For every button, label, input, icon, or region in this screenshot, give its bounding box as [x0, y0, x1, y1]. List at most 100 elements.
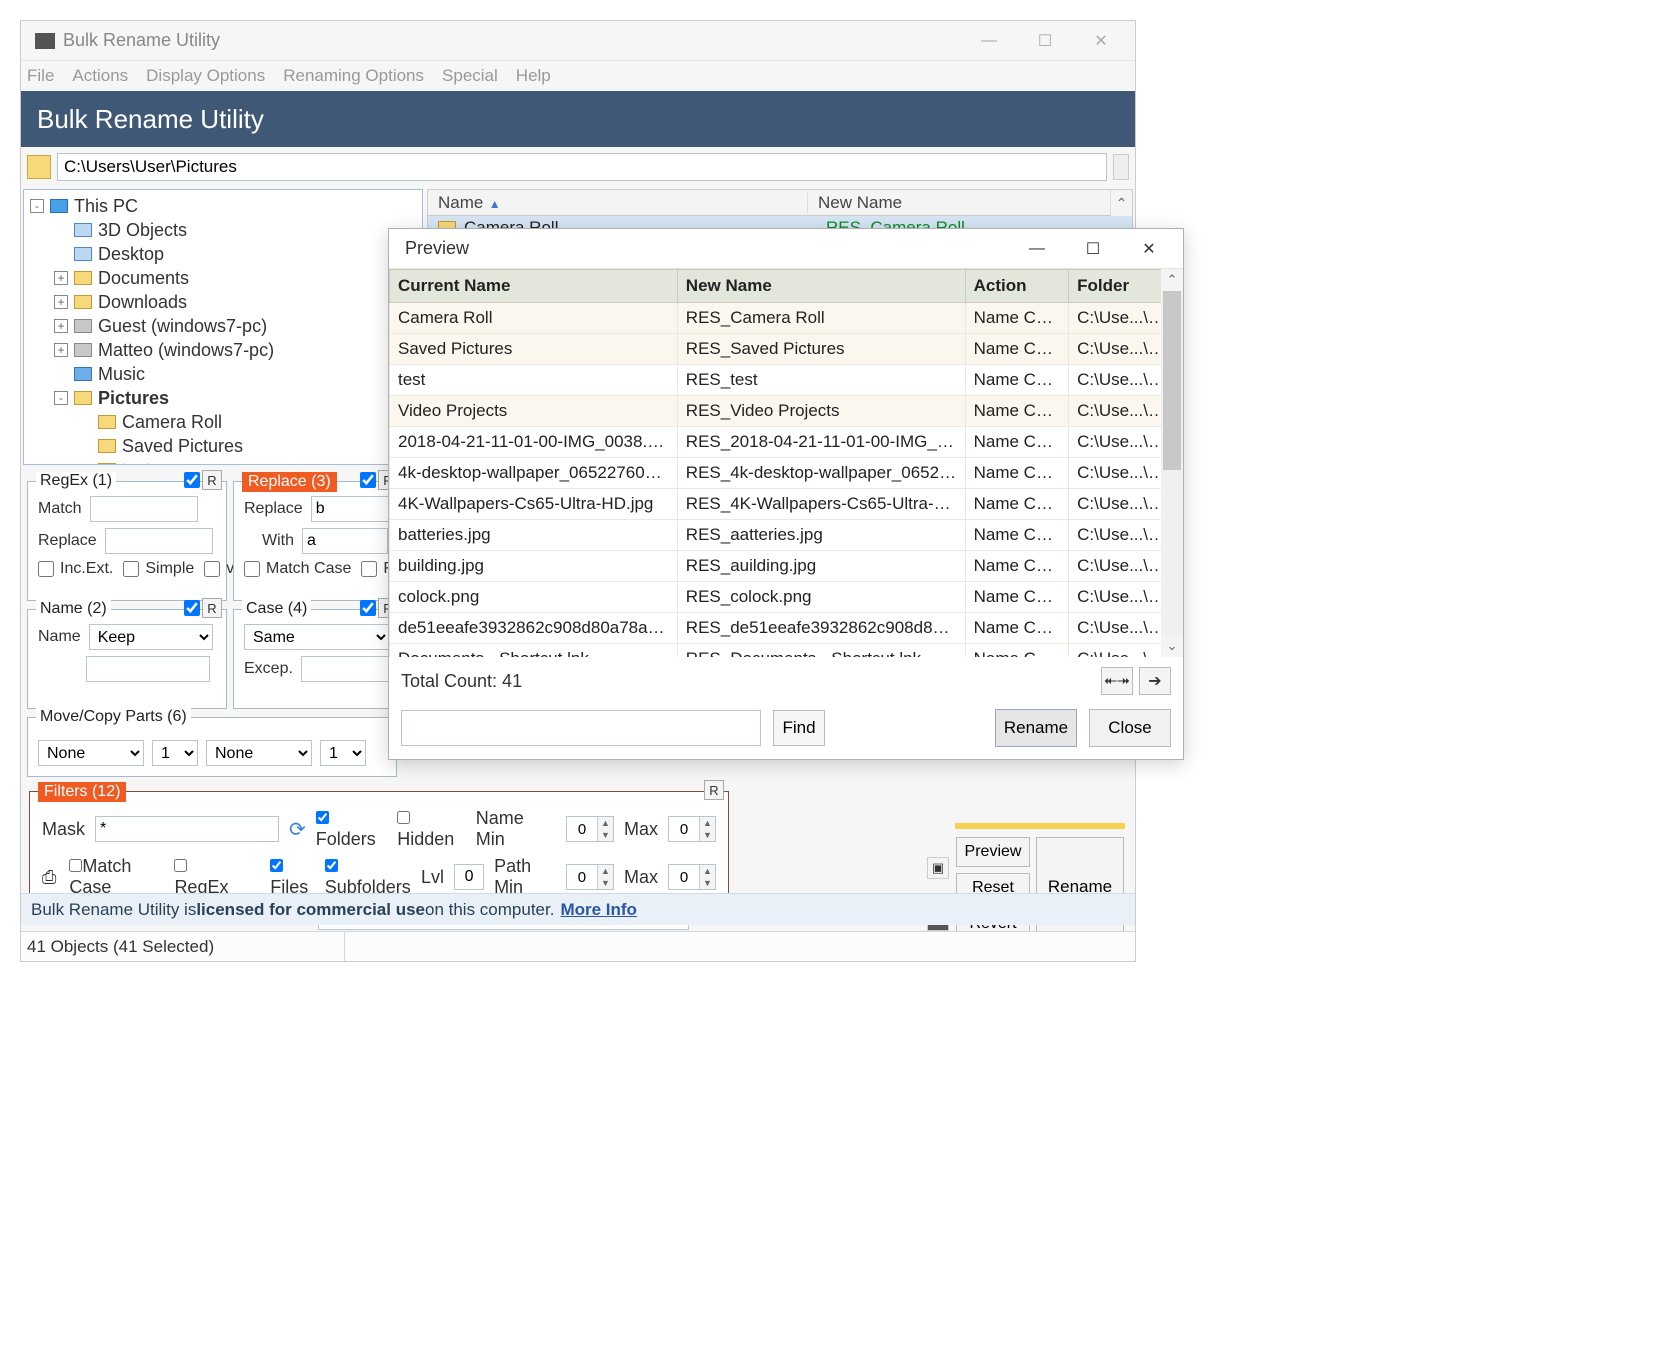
- minimize-button[interactable]: —: [961, 24, 1017, 58]
- filters-pathmin[interactable]: ▲▼: [566, 864, 614, 890]
- preview-close[interactable]: ✕: [1121, 232, 1177, 266]
- tree-item[interactable]: +Desktop: [26, 242, 420, 266]
- find-button[interactable]: Find: [773, 710, 825, 746]
- preview-row[interactable]: Video ProjectsRES_Video ProjectsName Cha…: [390, 396, 1183, 427]
- filters-folders-check[interactable]: [316, 811, 329, 824]
- tree-item[interactable]: +3D Objects: [26, 218, 420, 242]
- tree-item[interactable]: +Music: [26, 362, 420, 386]
- case-select[interactable]: Same: [244, 624, 390, 650]
- preview-rename-button[interactable]: Rename: [995, 709, 1077, 747]
- preview-row[interactable]: testRES_testName ChangeC:\Use...\Picture…: [390, 365, 1183, 396]
- preview-row[interactable]: batteries.jpgRES_aatteries.jpgName Chang…: [390, 520, 1183, 551]
- preview-table[interactable]: Current Name New Name Action Folder Came…: [389, 269, 1183, 657]
- replace-with-input[interactable]: [302, 528, 388, 554]
- menu-renaming-options[interactable]: Renaming Options: [283, 66, 424, 86]
- move-dst-select[interactable]: None: [206, 740, 312, 766]
- preview-button[interactable]: Preview: [956, 837, 1030, 867]
- home-icon[interactable]: [27, 155, 51, 179]
- path-dropdown-icon[interactable]: [1113, 154, 1129, 180]
- filters-lvl-input[interactable]: [454, 864, 484, 890]
- menu-special[interactable]: Special: [442, 66, 498, 86]
- column-new-name[interactable]: New Name: [808, 193, 1132, 213]
- filters-regex-check[interactable]: [174, 859, 187, 872]
- filters-files-check[interactable]: [270, 859, 283, 872]
- filters-favorites-icon[interactable]: ⎙: [42, 867, 59, 888]
- tree-item[interactable]: +Saved Pictures: [26, 434, 420, 458]
- preview-close-button[interactable]: Close: [1089, 709, 1171, 747]
- path-input[interactable]: [57, 153, 1107, 181]
- tree-item[interactable]: +Matteo (windows7-pc): [26, 338, 420, 362]
- replace-find-input[interactable]: [311, 496, 397, 522]
- regex-incext-check[interactable]: [38, 561, 54, 577]
- filters-hidden-check[interactable]: [397, 811, 410, 824]
- replace-first-check[interactable]: [361, 561, 377, 577]
- preview-scrollbar[interactable]: ⌃ ⌄: [1161, 269, 1183, 657]
- replace-matchcase-check[interactable]: [244, 561, 260, 577]
- tree-item[interactable]: +Guest (windows7-pc): [26, 314, 420, 338]
- panel-regex-reset[interactable]: R: [202, 470, 222, 490]
- panel-name-enable[interactable]: [184, 600, 200, 616]
- tree-item[interactable]: +test: [26, 458, 420, 465]
- regex-simple-check[interactable]: [123, 561, 139, 577]
- preview-minimize[interactable]: —: [1009, 232, 1065, 266]
- nav-left-right-icon[interactable]: ⯬⯮: [1101, 667, 1133, 695]
- regex-replace-input[interactable]: [105, 528, 213, 554]
- panel-replace-enable[interactable]: [360, 472, 376, 488]
- menu-file[interactable]: File: [27, 66, 54, 86]
- window-title: Bulk Rename Utility: [63, 30, 961, 51]
- regex-v2-check[interactable]: [204, 561, 220, 577]
- folder-tree[interactable]: -This PC+3D Objects+Desktop+Documents+Do…: [23, 189, 423, 465]
- panel-name-reset[interactable]: R: [202, 598, 222, 618]
- maximize-button[interactable]: ☐: [1017, 24, 1073, 58]
- preview-col-new[interactable]: New Name: [677, 270, 965, 303]
- nav-right-icon[interactable]: ➔: [1139, 667, 1171, 695]
- refresh-icon[interactable]: ⟳: [289, 817, 306, 842]
- panel-filters-title: Filters (12): [38, 782, 126, 802]
- move-src-select[interactable]: None: [38, 740, 144, 766]
- tree-item[interactable]: +Downloads: [26, 290, 420, 314]
- find-input[interactable]: [401, 710, 761, 746]
- panel-case-enable[interactable]: [360, 600, 376, 616]
- name-mode-select[interactable]: Keep: [89, 624, 213, 650]
- preview-row[interactable]: 4k-desktop-wallpaper_065227602_309.jpgRE…: [390, 458, 1183, 489]
- preview-row[interactable]: Documents - Shortcut.lnkRES_Documents - …: [390, 644, 1183, 658]
- menu-help[interactable]: Help: [516, 66, 551, 86]
- filters-subfolders-check[interactable]: [325, 859, 338, 872]
- panel-regex-enable[interactable]: [184, 472, 200, 488]
- case-excep-input[interactable]: [301, 656, 397, 682]
- move-dst-count[interactable]: 1: [320, 740, 366, 766]
- preview-row[interactable]: Camera RollRES_Camera RollName ChangeC:\…: [390, 303, 1183, 334]
- move-src-count[interactable]: 1: [152, 740, 198, 766]
- panel-filters-reset[interactable]: R: [704, 780, 724, 800]
- preview-row[interactable]: building.jpgRES_auilding.jpgName ChangeC…: [390, 551, 1183, 582]
- options-button[interactable]: ▣: [927, 857, 949, 879]
- more-info-link[interactable]: More Info: [560, 900, 637, 920]
- preview-maximize[interactable]: ☐: [1065, 232, 1121, 266]
- total-count: Total Count: 41: [401, 671, 522, 692]
- preview-row[interactable]: 4K-Wallpapers-Cs65-Ultra-HD.jpgRES_4K-Wa…: [390, 489, 1183, 520]
- sort-ascending-icon: ▲: [485, 197, 500, 211]
- filters-pathmax[interactable]: ▲▼: [668, 864, 716, 890]
- license-footer: Bulk Rename Utility is licensed for comm…: [21, 893, 1135, 925]
- filters-namemax[interactable]: ▲▼: [668, 816, 716, 842]
- preview-col-current[interactable]: Current Name: [390, 270, 678, 303]
- filters-namemin[interactable]: ▲▼: [566, 816, 614, 842]
- close-button[interactable]: ✕: [1073, 24, 1129, 58]
- tree-item[interactable]: +Documents: [26, 266, 420, 290]
- preview-row[interactable]: colock.pngRES_colock.pngName ChangeC:\Us…: [390, 582, 1183, 613]
- preview-row[interactable]: 2018-04-21-11-01-00-IMG_0038.HEICRES_201…: [390, 427, 1183, 458]
- name-fixed-input[interactable]: [86, 656, 210, 682]
- filters-mask-input[interactable]: [95, 816, 279, 842]
- preview-col-action[interactable]: Action: [965, 270, 1069, 303]
- scroll-up-icon[interactable]: ⌃: [1110, 190, 1132, 216]
- app-icon: [35, 33, 55, 49]
- regex-match-input[interactable]: [90, 496, 198, 522]
- filters-matchcase-check[interactable]: [69, 859, 82, 872]
- menu-actions[interactable]: Actions: [72, 66, 128, 86]
- tree-item[interactable]: -Pictures: [26, 386, 420, 410]
- preview-row[interactable]: Saved PicturesRES_Saved PicturesName Cha…: [390, 334, 1183, 365]
- tree-item[interactable]: -This PC: [26, 194, 420, 218]
- preview-row[interactable]: de51eeafe3932862c908d80a78a6477e.jpgRES_…: [390, 613, 1183, 644]
- menu-display-options[interactable]: Display Options: [146, 66, 265, 86]
- tree-item[interactable]: +Camera Roll: [26, 410, 420, 434]
